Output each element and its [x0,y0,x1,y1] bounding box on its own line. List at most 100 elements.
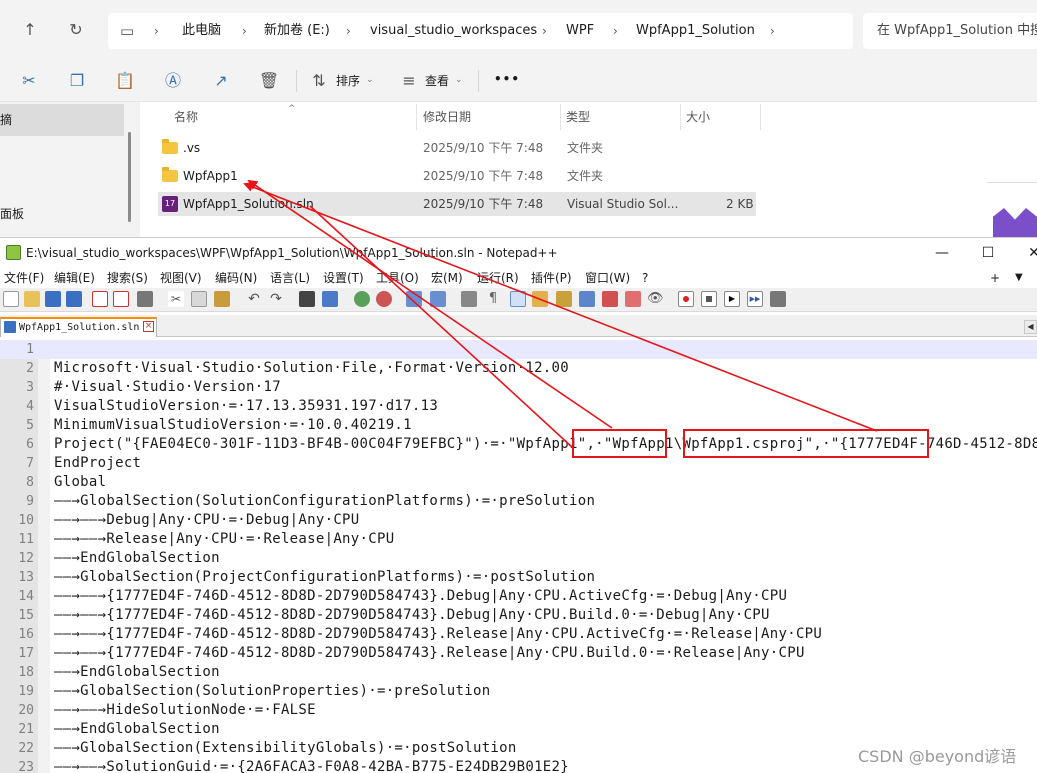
column-divider[interactable] [680,104,681,130]
file-row[interactable]: 17 WpfApp1_Solution.sln 2025/9/10 下午 7:4… [158,192,756,216]
menu-language[interactable]: 语言(L) [270,268,310,288]
save-all-icon[interactable] [66,291,82,307]
breadcrumb-this-pc[interactable]: 此电脑 [182,13,221,49]
save-macro-icon[interactable] [770,291,786,307]
code-line[interactable]: 16 ——→——→{1777ED4F-746D-4512-8D8D-2D790D5… [0,625,1037,644]
menu-search[interactable]: 搜索(S) [107,268,148,288]
breadcrumb-chevron-icon[interactable]: › [242,13,247,49]
breadcrumb-chevron-icon[interactable]: › [770,13,775,49]
column-divider[interactable] [560,104,561,130]
code-line[interactable]: 20 ——→——→HideSolutionNode·=·FALSE [0,701,1037,720]
stop-macro-icon[interactable] [701,291,717,307]
indent-guide-icon[interactable] [510,291,526,307]
paste-icon[interactable]: 📋 [112,68,138,94]
menu-plugins[interactable]: 插件(P) [531,268,572,288]
file-row[interactable]: .vs 2025/9/10 下午 7:48 文件夹 [158,136,756,160]
code-line[interactable]: 2 Microsoft·Visual·Studio·Solution·File,·… [0,359,1037,378]
cut-icon[interactable]: ✂ [16,68,42,94]
sort-icon[interactable]: ⇅ [306,68,332,94]
breadcrumb-chevron-icon[interactable]: › [154,13,159,49]
chevron-down-icon[interactable]: ⌄ [455,75,463,85]
redo-icon[interactable]: ↷ [268,291,284,307]
close-icon[interactable]: × [143,321,154,332]
close-all-icon[interactable] [113,291,129,307]
breadcrumb-chevron-icon[interactable]: › [613,13,618,49]
search-input[interactable]: 在 WpfApp1_Solution 中搜索 [863,13,1037,49]
code-line[interactable]: 15 ——→——→{1777ED4F-746D-4512-8D8D-2D790D5… [0,606,1037,625]
copy-icon[interactable]: ❐ [64,68,90,94]
zoom-in-icon[interactable] [354,291,370,307]
monitoring-icon[interactable] [625,291,641,307]
menu-file[interactable]: 文件(F) [4,268,44,288]
breadcrumb-drive[interactable]: 新加卷 (E:) [264,13,330,49]
share-icon[interactable]: ↗ [208,68,234,94]
view-icon[interactable]: ≡ [396,68,422,94]
save-icon[interactable] [45,291,61,307]
function-list-icon[interactable] [579,291,595,307]
play-macro-icon[interactable]: ▶ [724,291,740,307]
rename-icon[interactable]: Ⓐ [160,68,186,94]
column-header-size[interactable]: 大小 [686,102,710,132]
open-file-icon[interactable] [24,291,40,307]
menu-macro[interactable]: 宏(M) [431,268,463,288]
paste-icon[interactable] [214,291,230,307]
code-line[interactable]: 13 ——→GlobalSection(ProjectConfigurationP… [0,568,1037,587]
up-arrow-icon[interactable]: ↑ [18,18,42,42]
replace-icon[interactable] [322,291,338,307]
menu-tools[interactable]: 工具(O) [376,268,419,288]
code-line[interactable]: 17 ——→——→{1777ED4F-746D-4512-8D8D-2D790D5… [0,644,1037,663]
refresh-icon[interactable]: ↻ [64,18,88,42]
find-icon[interactable] [299,291,315,307]
breadcrumb-solution[interactable]: WpfApp1_Solution [636,13,755,49]
chevron-down-icon[interactable]: ⌄ [366,75,374,85]
menu-settings[interactable]: 设置(T) [323,268,364,288]
file-row[interactable]: WpfApp1 2025/9/10 下午 7:48 文件夹 [158,164,756,188]
copy-icon[interactable] [191,291,207,307]
show-all-chars-icon[interactable]: ¶ [485,291,501,307]
code-line[interactable]: 8 Global [0,473,1037,492]
code-line[interactable]: 19 ——→GlobalSection(SolutionProperties)·=… [0,682,1037,701]
menu-view[interactable]: 视图(V) [160,268,202,288]
code-line[interactable]: 14 ——→——→{1777ED4F-746D-4512-8D8D-2D790D5… [0,587,1037,606]
menu-dropdown-button[interactable]: ▼ [1015,268,1023,288]
breadcrumb-workspaces[interactable]: visual_studio_workspaces [370,13,537,49]
code-line[interactable]: 4 VisualStudioVersion·=·17.13.35931.197·d… [0,397,1037,416]
record-macro-icon[interactable] [678,291,694,307]
print-icon[interactable] [137,291,153,307]
close-file-icon[interactable] [92,291,108,307]
column-header-date[interactable]: 修改日期 [423,102,471,132]
sync-horizontal-icon[interactable] [430,291,446,307]
menu-encoding[interactable]: 编码(N) [215,268,257,288]
undo-icon[interactable]: ↶ [246,291,262,307]
tab-scroll-left-icon[interactable]: ◀ [1024,320,1037,334]
eye-icon[interactable]: 👁 [647,291,664,307]
column-header-type[interactable]: 类型 [566,102,590,132]
view-button[interactable]: 查看 [425,72,449,89]
menu-window[interactable]: 窗口(W) [585,268,630,288]
menu-edit[interactable]: 编辑(E) [54,268,95,288]
code-line[interactable]: 10 ——→——→Debug|Any·CPU·=·Debug|Any·CPU [0,511,1037,530]
navigation-scrollbar[interactable] [124,102,138,237]
menu-help[interactable]: ? [642,268,648,288]
breadcrumb-wpf[interactable]: WPF [566,13,594,49]
close-icon[interactable]: ✕ [1011,238,1037,268]
breadcrumb-chevron-icon[interactable]: › [542,13,547,49]
maximize-icon[interactable]: ☐ [965,238,1011,268]
folder-workspace-icon[interactable] [602,291,618,307]
language-icon[interactable] [532,291,548,307]
tab-wpfapp1-solution-sln[interactable]: WpfApp1_Solution.sln × [0,317,157,337]
word-wrap-icon[interactable] [461,291,477,307]
minimize-icon[interactable]: — [919,238,965,268]
column-divider[interactable] [760,104,761,130]
run-macro-multiple-icon[interactable]: ▶▶ [747,291,763,307]
more-options-button[interactable]: ••• [494,72,520,86]
column-header-name[interactable]: 名称 [174,102,198,132]
sort-button[interactable]: 排序 [336,72,360,89]
address-bar[interactable]: ▭ › 此电脑 › 新加卷 (E:) › visual_studio_works… [108,13,853,49]
code-editor[interactable]: 1 2 Microsoft·Visual·Studio·Solution·File,… [0,340,1037,773]
menu-run[interactable]: 运行(R) [477,268,519,288]
code-line[interactable]: 21 ——→EndGlobalSection [0,720,1037,739]
menu-add-button[interactable]: + [990,268,1000,288]
nav-item-gallery[interactable]: 摘 [0,104,124,136]
cut-icon[interactable]: ✂ [168,291,184,307]
